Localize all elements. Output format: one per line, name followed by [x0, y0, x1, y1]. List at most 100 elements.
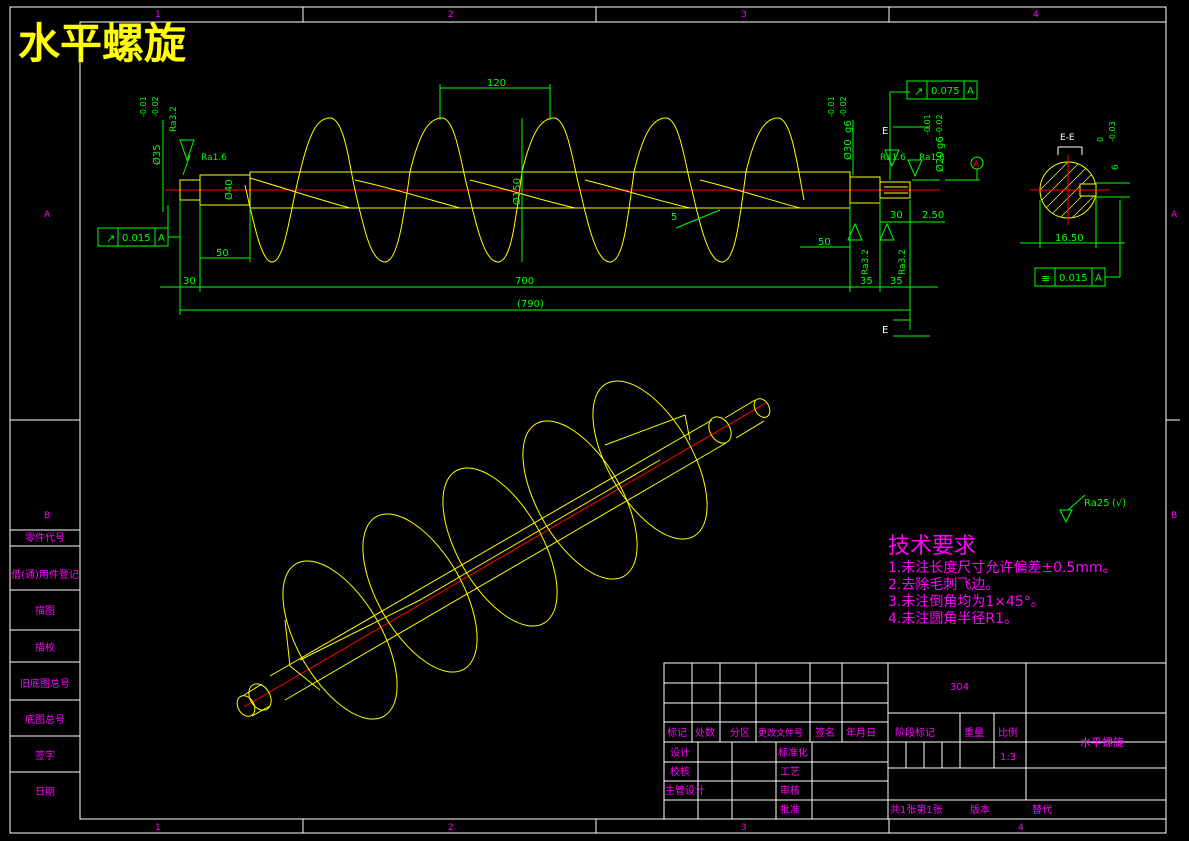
left-row-0: 借(通)用件登记: [11, 568, 79, 581]
dim-right-fit: g6: [843, 120, 854, 133]
roughness-symbols: [179, 139, 1086, 524]
left-row-6: 日期: [35, 786, 55, 798]
dim-pitch: 120: [487, 78, 506, 89]
svg-text:↗: ↗: [914, 85, 923, 98]
inner-frame: [79, 21, 1167, 820]
symmetry-value: 0.015: [1059, 273, 1088, 284]
drawing-name: 水平螺旋: [1080, 735, 1124, 749]
dim-left-30: 30: [183, 276, 196, 287]
section-mark-bottom: E: [882, 325, 888, 336]
dim-thickness: 5: [671, 212, 677, 223]
ra-bottom-2: Ra3.2: [898, 249, 908, 275]
dimension-lines: [160, 84, 980, 337]
tb-weight-label: 重量: [964, 726, 984, 739]
dim-flight-dia: Ø150: [511, 178, 523, 205]
tech-item-2: 2.去除毛刺飞边。: [888, 577, 999, 593]
zone-number-1-bottom: 1: [155, 823, 161, 833]
tb-stage-label: 阶段标记: [895, 726, 935, 739]
tb-scale: 1:3: [1000, 752, 1016, 763]
tech-item-4: 4.未注圆角半径R1。: [888, 611, 1018, 627]
dim-left-50: 50: [216, 248, 229, 259]
drawing-sheet: 1 2 3 4 1 2 3 4 A A B B 水平螺旋 零件代号 借(通)用件…: [9, 6, 1180, 834]
dim-right2-tol-bot: -0.02: [935, 114, 944, 135]
dim-left-tol-top: -0.01: [139, 96, 148, 117]
dim-left-tol-bot: -0.02: [151, 96, 160, 117]
ra-right-1: Ra1.6: [880, 153, 906, 163]
zone-letter-a-left: A: [44, 210, 51, 220]
dim-35b: 35: [890, 276, 903, 287]
zone-number-4: 4: [1033, 10, 1039, 20]
left-header: 零件代号: [25, 532, 65, 544]
dim-right-tol-bot: -0.02: [839, 96, 848, 117]
ra-left-vertical: Ra3.2: [169, 106, 179, 132]
tolerance-frames: [97, 80, 1106, 287]
zone-number-4-bottom: 4: [1018, 823, 1024, 833]
dim-700: 700: [515, 276, 534, 287]
tb-process: 工艺: [780, 766, 800, 778]
zone-number-2: 2: [448, 10, 454, 20]
outer-frame: [9, 6, 1167, 834]
left-row-3: 旧底图总号: [20, 677, 70, 690]
tb-scale-label: 比例: [998, 726, 1018, 739]
zone-number-3: 3: [741, 10, 747, 20]
runout-left-value: 0.015: [122, 233, 151, 244]
zone-number-3-bottom: 3: [741, 823, 747, 833]
tb-check: 校核: [670, 765, 690, 778]
section-width: 16.50: [1055, 233, 1084, 244]
dim-right-tol-top: -0.01: [827, 96, 836, 117]
dim-250: 2.50: [922, 210, 944, 221]
left-row-2: 描校: [35, 641, 55, 654]
svg-text:(√): (√): [1112, 498, 1126, 509]
section-key-tol-bot: -0.03: [1108, 121, 1117, 142]
ra-default: Ra25: [1084, 498, 1110, 509]
ra-left: Ra1.6: [201, 153, 227, 163]
tb-label-zone: 分区: [730, 727, 750, 739]
dim-right-dia: Ø30: [842, 139, 854, 160]
dim-35a: 35: [860, 276, 873, 287]
tech-item-3: 3.未注倒角均为1×45°。: [888, 594, 1045, 610]
tb-replace: 替代: [1032, 803, 1052, 816]
svg-text:↗: ↗: [106, 232, 115, 245]
runout-right-datum: A: [967, 86, 974, 97]
tb-sheets: 共1张第1张: [890, 803, 943, 816]
dim-right2-fit: g6: [935, 136, 946, 149]
zone-letter-b-right: B: [1171, 511, 1177, 521]
material: 304: [950, 682, 969, 693]
tb-approve: 批准: [780, 803, 800, 816]
section-key-tol-top: 0: [1096, 137, 1105, 142]
tech-item-1: 1.未注长度尺寸允许偏差±0.5mm。: [888, 560, 1117, 576]
dim-790: (790): [517, 299, 544, 310]
tb-label-sign: 签名: [815, 726, 835, 739]
tb-label-count: 处数: [695, 726, 715, 739]
tb-version: 版本: [970, 803, 990, 816]
section-key: 6: [1111, 164, 1121, 170]
tb-label-change: 更改文件号: [758, 727, 803, 739]
tb-review: 审核: [780, 784, 800, 797]
svg-text:≡: ≡: [1041, 272, 1050, 285]
section-title: E-E: [1060, 133, 1075, 143]
tb-label-date: 年月日: [846, 726, 876, 739]
dim-right2-tol-top: -0.01: [923, 114, 932, 135]
datum-marker: A: [973, 160, 980, 170]
dim-right-50: 50: [818, 237, 831, 248]
tb-chief: 主管设计: [665, 784, 705, 797]
drawing-title: 水平螺旋: [18, 19, 186, 68]
left-row-1: 描图: [35, 604, 55, 617]
left-row-4: 底图总号: [25, 713, 65, 726]
tb-design: 设计: [670, 746, 690, 759]
ra-bottom-1: Ra3.2: [861, 249, 871, 275]
tech-heading: 技术要求: [888, 534, 976, 559]
dim-right-30: 30: [890, 210, 903, 221]
symmetry-datum: A: [1095, 273, 1102, 284]
runout-left-datum: A: [158, 233, 165, 244]
dim-shaft-dia: Ø40: [223, 179, 235, 200]
dim-left-dia: Ø35: [151, 144, 163, 165]
left-row-5: 签字: [35, 749, 55, 762]
tb-label-mark: 标记: [667, 727, 687, 739]
ra-right-2: Ra1.6: [919, 153, 945, 163]
runout-right-value: 0.075: [931, 86, 960, 97]
zone-letter-b-left: B: [44, 511, 50, 521]
zone-letter-a-right: A: [1171, 210, 1178, 220]
section-mark-top: E: [882, 126, 888, 137]
zone-number-2-bottom: 2: [448, 823, 454, 833]
